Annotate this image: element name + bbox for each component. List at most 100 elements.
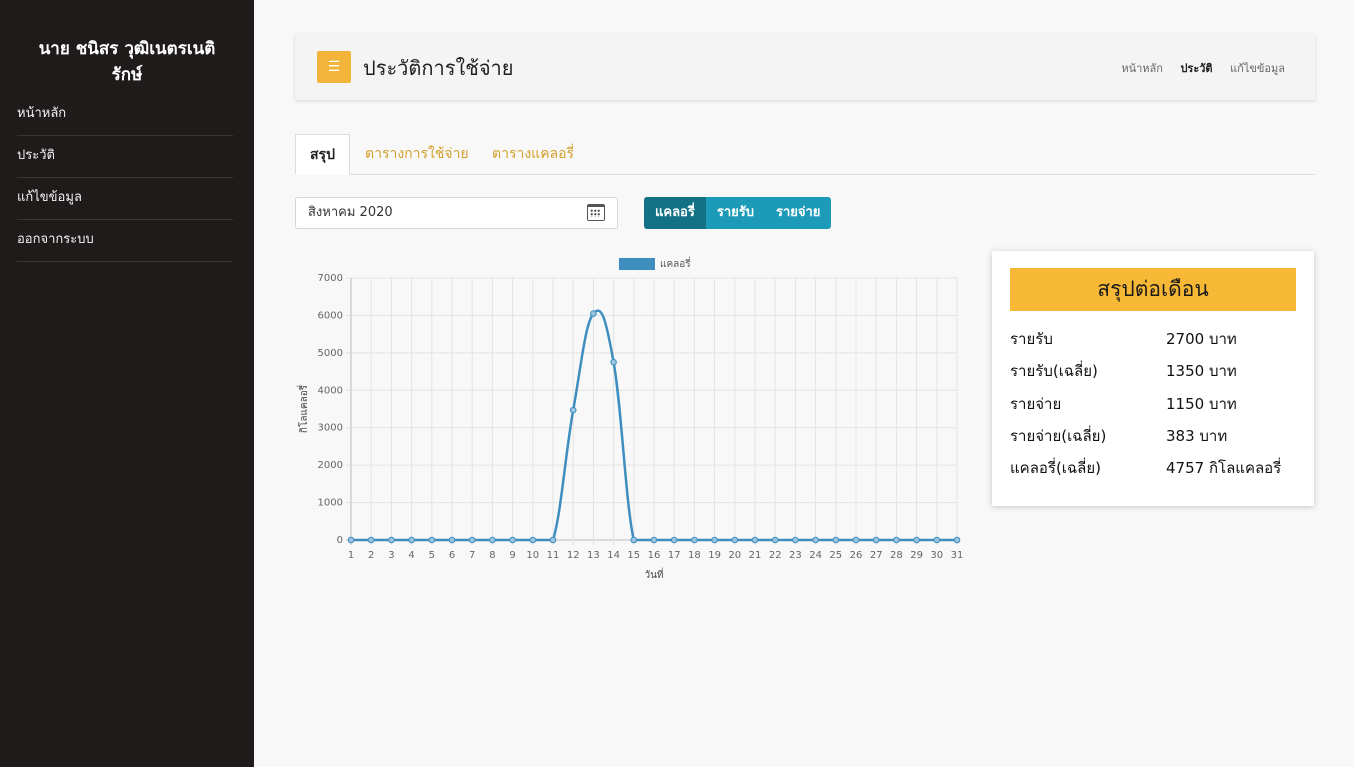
legend-label: แคลอรี่ [660, 256, 691, 270]
summary-row-calorie-avg: แคลอรี่(เฉลี่ย) 4757 กิโลแคลอรี่ [1010, 455, 1300, 481]
tab-bar: สรุป ตารางการใช้จ่าย ตารางแคลอรี่ [295, 134, 1315, 175]
data-point [428, 536, 436, 544]
sidebar-item-edit-profile[interactable]: แก้ไขข้อมูล [17, 178, 233, 220]
page-header: ☰ ประวัติการใช้จ่าย หน้าหลัก ประวัติ แก้… [295, 34, 1315, 100]
calorie-line-chart: 010002000300040005000600070001 2 3 4 5 6 7 8 9 10… [296, 256, 964, 581]
y-tick-label: 3000 [318, 423, 343, 434]
tab-expense-table[interactable]: ตารางการใช้จ่าย [351, 134, 483, 175]
x-tick-label: 28 [890, 550, 903, 561]
summary-label: แคลอรี่(เฉลี่ย) [1010, 459, 1101, 477]
x-axis-title: วันที่ [644, 567, 663, 581]
x-tick-label: 15 [627, 550, 640, 561]
sidebar-item-history[interactable]: ประวัติ [17, 136, 233, 178]
x-tick-label: 10 [526, 550, 539, 561]
data-point [893, 536, 900, 544]
y-tick-label: 1000 [318, 498, 343, 509]
x-tick-label: 14 [607, 550, 620, 561]
x-tick-label: 1 [348, 550, 354, 561]
sidebar: นาย ชนิสร วุฒิเนตรเนติรักษ์ หน้าหลัก ประ… [0, 0, 254, 767]
summary-row-income-avg: รายรับ(เฉลี่ย) 1350 บาท [1010, 358, 1300, 384]
legend-swatch [619, 258, 655, 270]
data-point [691, 536, 698, 544]
breadcrumb: หน้าหลัก ประวัติ แก้ไขข้อมูล [1107, 59, 1285, 77]
summary-value: 2700 บาท [1166, 330, 1237, 348]
summary-label: รายรับ(เฉลี่ย) [1010, 362, 1098, 380]
x-tick-label: 27 [870, 550, 883, 561]
month-picker-input[interactable]: สิงหาคม 2020 [295, 197, 618, 229]
sidebar-item-home[interactable]: หน้าหลัก [17, 94, 233, 136]
x-tick-label: 25 [829, 550, 842, 561]
data-point [489, 536, 496, 544]
calendar-icon[interactable] [587, 204, 605, 221]
x-tick-label: 13 [587, 550, 600, 561]
data-point [852, 536, 860, 544]
x-tick-label: 30 [930, 550, 943, 561]
data-point [953, 536, 961, 544]
x-tick-label: 9 [509, 550, 515, 561]
data-point [408, 536, 415, 544]
y-tick-label: 2000 [318, 460, 343, 471]
list-icon[interactable]: ☰ [317, 51, 351, 83]
x-tick-label: 5 [429, 550, 435, 561]
breadcrumb-edit-profile[interactable]: แก้ไขข้อมูล [1230, 62, 1285, 75]
data-point [933, 536, 941, 544]
data-point [771, 536, 779, 544]
y-axis-title: กิโลแคลอรี่ [296, 384, 310, 433]
data-point [650, 536, 658, 544]
x-tick-label: 31 [951, 550, 964, 561]
x-tick-label: 17 [668, 550, 681, 561]
data-point [569, 406, 577, 414]
x-tick-label: 24 [809, 550, 822, 561]
data-point [509, 536, 516, 544]
data-point [792, 536, 799, 544]
summary-row-expense: รายจ่าย 1150 บาท [1010, 391, 1300, 417]
data-point [731, 536, 739, 544]
summary-value: 383 บาท [1166, 427, 1228, 445]
y-tick-label: 5000 [318, 348, 343, 359]
sidebar-nav: หน้าหลัก ประวัติ แก้ไขข้อมูล ออกจากระบบ [17, 94, 233, 262]
summary-value: 1350 บาท [1166, 362, 1237, 380]
x-tick-label: 11 [547, 550, 560, 561]
y-tick-label: 7000 [318, 273, 343, 284]
data-point [590, 310, 597, 317]
x-tick-label: 6 [449, 550, 455, 561]
y-tick-label: 6000 [318, 310, 343, 321]
summary-row-income: รายรับ 2700 บาท [1010, 326, 1300, 352]
x-tick-label: 8 [489, 550, 495, 561]
data-point [913, 536, 920, 544]
breadcrumb-home[interactable]: หน้าหลัก [1121, 62, 1163, 75]
data-point [670, 536, 678, 544]
month-picker-value: สิงหาคม 2020 [308, 205, 393, 220]
sidebar-item-logout[interactable]: ออกจากระบบ [17, 220, 233, 262]
x-tick-label: 7 [469, 550, 475, 561]
data-point [388, 536, 395, 544]
x-tick-label: 4 [408, 550, 414, 561]
data-point [468, 536, 476, 544]
y-tick-label: 4000 [318, 385, 343, 396]
data-point [347, 536, 355, 544]
x-tick-label: 26 [850, 550, 863, 561]
toggle-calorie-button[interactable]: แคลอรี่ [644, 197, 706, 229]
summary-label: รายจ่าย(เฉลี่ย) [1010, 427, 1107, 445]
summary-label: รายรับ [1010, 330, 1053, 348]
summary-value: 1150 บาท [1166, 395, 1237, 413]
data-point [630, 536, 638, 544]
x-tick-label: 16 [648, 550, 661, 561]
x-tick-label: 12 [567, 550, 580, 561]
tab-calorie-table[interactable]: ตารางแคลอรี่ [478, 134, 588, 175]
tab-summary[interactable]: สรุป [295, 134, 350, 175]
x-tick-label: 29 [910, 550, 923, 561]
summary-label: รายจ่าย [1010, 395, 1062, 413]
x-tick-label: 18 [688, 550, 701, 561]
breadcrumb-history[interactable]: ประวัติ [1180, 62, 1212, 75]
x-tick-label: 3 [388, 550, 394, 561]
x-tick-label: 23 [789, 550, 802, 561]
user-name: นาย ชนิสร วุฒิเนตรเนติรักษ์ [38, 39, 216, 85]
data-point [832, 536, 840, 544]
x-tick-label: 22 [769, 550, 782, 561]
toggle-expense-button[interactable]: รายจ่าย [764, 197, 832, 229]
toggle-income-button[interactable]: รายรับ [705, 197, 765, 229]
page-title: ประวัติการใช้จ่าย [363, 56, 514, 80]
data-point [549, 536, 557, 544]
summary-row-expense-avg: รายจ่าย(เฉลี่ย) 383 บาท [1010, 423, 1300, 449]
